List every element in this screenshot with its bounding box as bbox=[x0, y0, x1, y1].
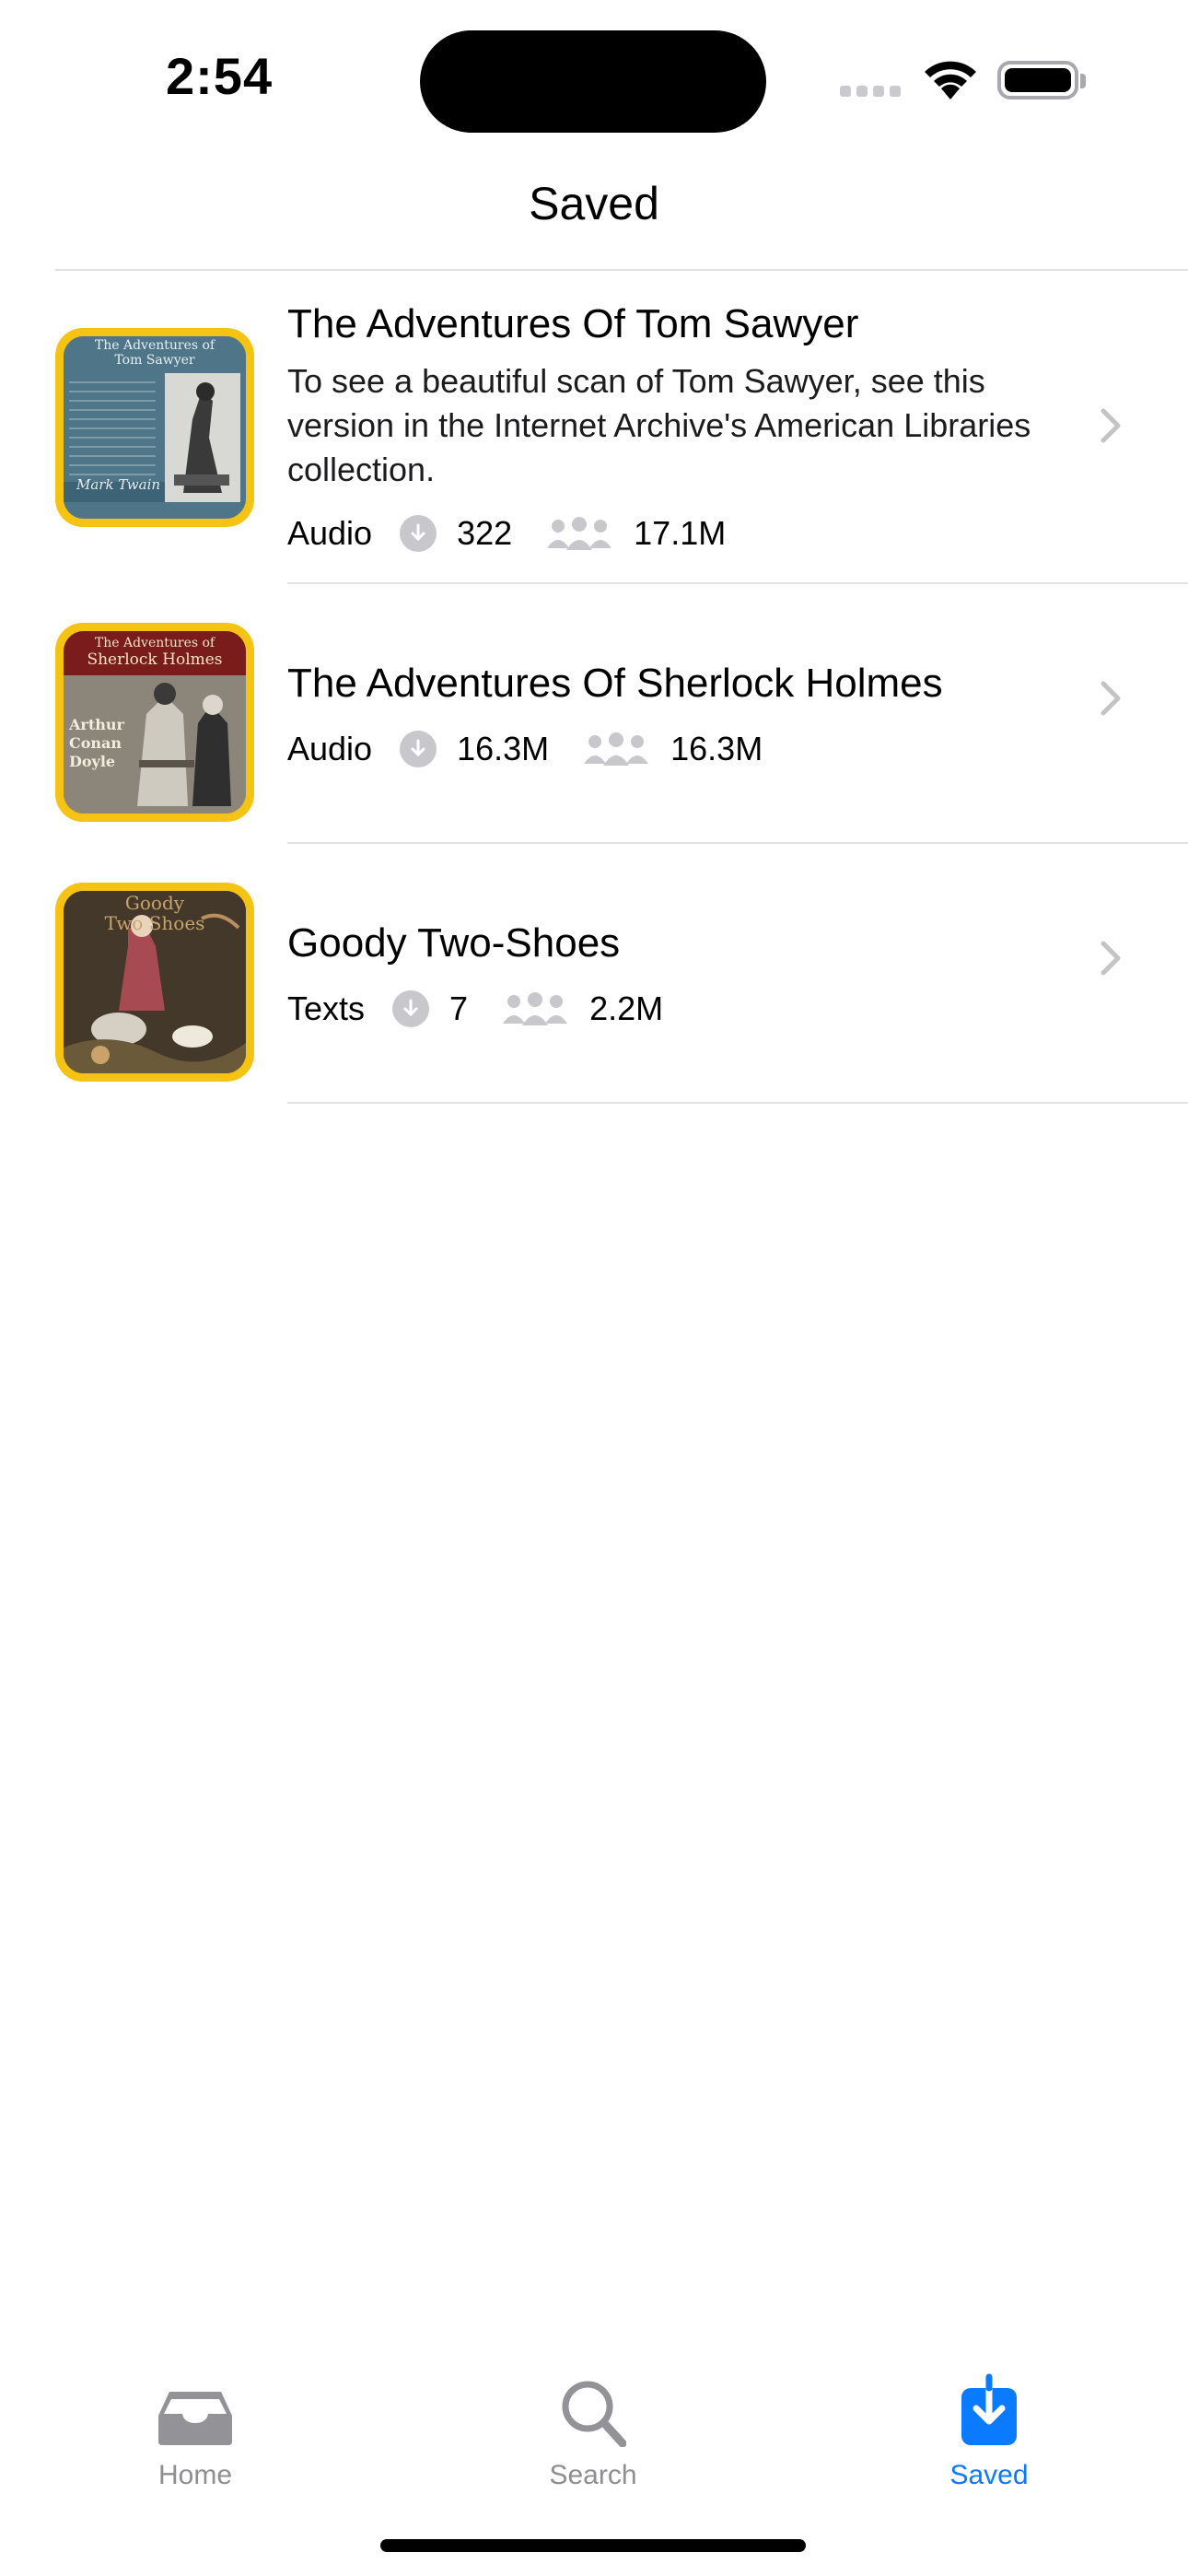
item-title: Goody Two-Shoes bbox=[287, 920, 621, 966]
download-count-icon bbox=[392, 990, 430, 1027]
chevron-right-icon bbox=[1100, 940, 1122, 981]
magnifier-icon bbox=[455, 2364, 731, 2447]
item-meta: Audio 16.3M 16.3M bbox=[287, 726, 1087, 772]
item-type: Audio bbox=[287, 514, 373, 552]
item-content: The Adventures Of Tom Sawyer To see a be… bbox=[287, 299, 1087, 556]
dynamic-island bbox=[420, 30, 766, 133]
cover-title: The Adventures of Tom Sawyer bbox=[94, 338, 215, 368]
row-divider bbox=[287, 1102, 1188, 1104]
list-item[interactable]: The Adventures of Tom Sawyer Mark Twain … bbox=[0, 271, 1188, 584]
download-count-icon bbox=[400, 515, 437, 552]
tab-label: Saved bbox=[949, 2460, 1029, 2490]
tab-label: Home bbox=[157, 2460, 233, 2490]
item-thumbnail: The Adventures of Tom Sawyer Mark Twain bbox=[55, 328, 254, 527]
item-type: Audio bbox=[287, 730, 373, 767]
saved-list: The Adventures of Tom Sawyer Mark Twain … bbox=[0, 271, 1188, 1104]
people-icon bbox=[582, 731, 650, 767]
item-title: The Adventures Of Tom Sawyer bbox=[287, 301, 859, 346]
download-count: 16.3M bbox=[457, 730, 550, 767]
download-count-icon bbox=[400, 731, 437, 767]
view-count: 17.1M bbox=[634, 514, 727, 552]
cellular-signal-icon bbox=[840, 85, 906, 101]
battery-icon bbox=[997, 61, 1078, 100]
chevron-right-icon bbox=[1100, 407, 1122, 449]
people-icon bbox=[501, 990, 569, 1027]
status-bar: 2:54 bbox=[0, 0, 1188, 138]
item-content: The Adventures Of Sherlock Holmes Audio … bbox=[287, 658, 1087, 772]
tab-label: Search bbox=[549, 2460, 637, 2490]
item-thumbnail: The Adventures of Sherlock Holmes Arthur… bbox=[55, 623, 254, 822]
tab-home[interactable]: Home bbox=[57, 2331, 333, 2491]
item-meta: Texts 7 2.2M bbox=[287, 986, 1087, 1032]
status-time: 2:54 bbox=[166, 47, 274, 105]
cover-title: The Adventures of Sherlock Holmes bbox=[87, 636, 223, 669]
tab-saved[interactable]: Saved bbox=[851, 2331, 1127, 2491]
item-type: Texts bbox=[287, 989, 366, 1027]
tab-search[interactable]: Search bbox=[455, 2331, 731, 2491]
home-indicator[interactable] bbox=[380, 2539, 806, 2552]
item-thumbnail: Goody Two Shoes bbox=[55, 883, 254, 1082]
item-meta: Audio 322 17.1M bbox=[287, 510, 1087, 556]
view-count: 2.2M bbox=[589, 989, 664, 1027]
page-title: Saved bbox=[529, 178, 659, 229]
cover-author: Mark Twain bbox=[76, 476, 161, 493]
cover-author: Arthur Conan Doyle bbox=[69, 716, 124, 770]
chevron-right-icon bbox=[1100, 680, 1122, 721]
download-square-icon bbox=[851, 2364, 1127, 2447]
download-count: 322 bbox=[457, 514, 513, 552]
battery-cap bbox=[1080, 74, 1086, 88]
list-item[interactable]: The Adventures of Sherlock Holmes Arthur… bbox=[0, 584, 1188, 844]
cover-title: Goody Two Shoes bbox=[104, 892, 205, 934]
tray-icon bbox=[57, 2364, 333, 2447]
download-count: 7 bbox=[449, 989, 469, 1027]
view-count: 16.3M bbox=[670, 730, 763, 767]
wifi-icon bbox=[921, 57, 980, 106]
item-description: To see a beautiful scan of Tom Sawyer, s… bbox=[287, 362, 1031, 488]
people-icon bbox=[545, 515, 613, 552]
item-content: Goody Two-Shoes Texts 7 2.2M bbox=[287, 918, 1087, 1032]
item-title: The Adventures Of Sherlock Holmes bbox=[287, 661, 943, 706]
list-item[interactable]: Goody Two Shoes Goody Two-Shoes Texts 7 … bbox=[0, 844, 1188, 1104]
